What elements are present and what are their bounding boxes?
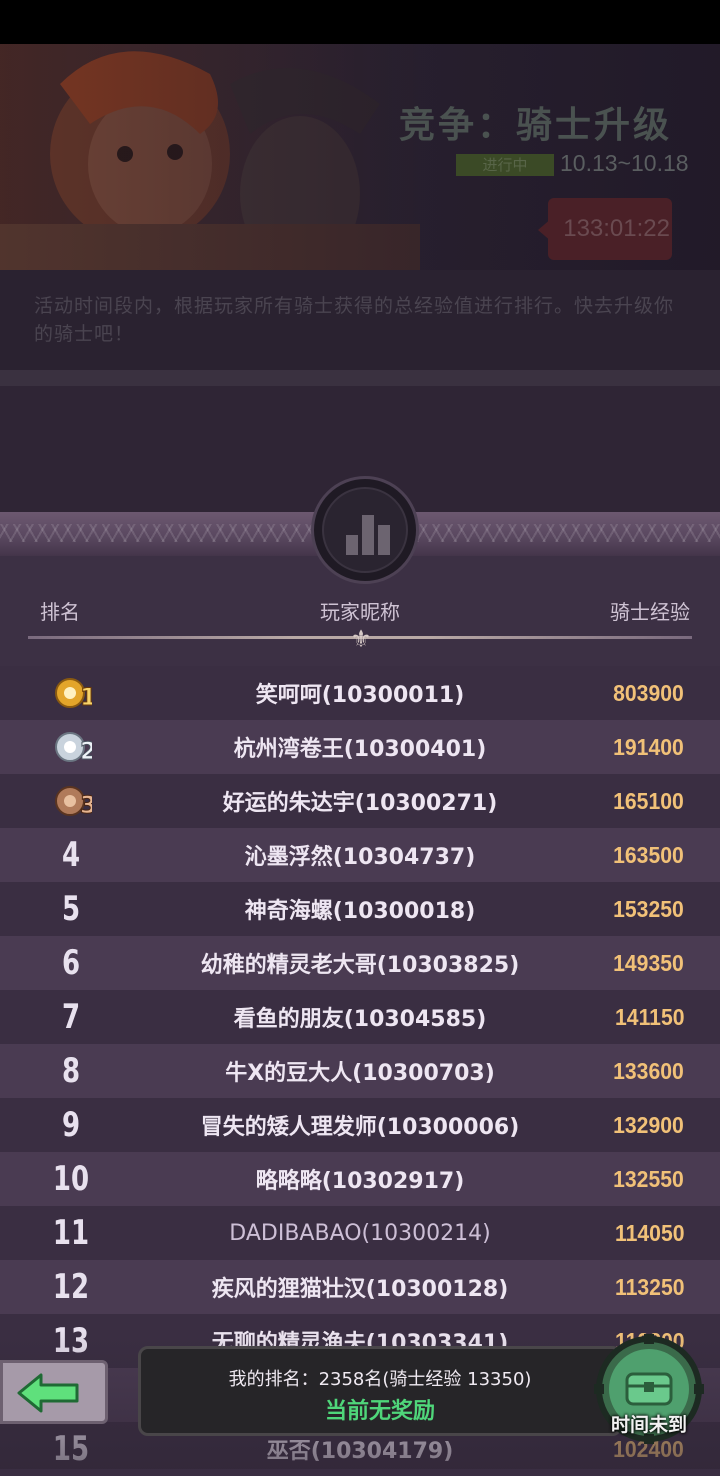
player-name: 沁墨浮然(10304737) — [244, 845, 476, 870]
player-exp: 133600 — [613, 1057, 684, 1084]
player-name: DADIBABAO(10300214) — [229, 1220, 491, 1246]
clock-icon — [538, 218, 552, 242]
table-row: 6 幼稚的精灵老大哥(10303825) 149350 — [0, 936, 720, 990]
event-description: 活动时间段内，根据玩家所有骑士获得的总经验值进行排行。快去升级你的骑士吧！ — [0, 270, 720, 384]
player-exp: 132550 — [613, 1165, 684, 1192]
player-name: 好运的朱达宇(10300271) — [222, 791, 498, 816]
player-exp: 163500 — [613, 841, 684, 868]
status-badge: 进行中 — [456, 154, 554, 176]
player-exp: 113250 — [614, 1273, 684, 1300]
table-row: 11 DADIBABAO(10300214) 114050 — [0, 1206, 720, 1260]
description-divider — [0, 370, 720, 386]
table-row: 4 沁墨浮然(10304737) 163500 — [0, 828, 720, 882]
table-row: 5 神奇海螺(10300018) 153250 — [0, 882, 720, 936]
player-exp: 191400 — [613, 733, 684, 760]
table-row: 10 略略略(10302917) 132550 — [0, 1152, 720, 1206]
countdown-value: 133:01:22 — [563, 215, 670, 242]
table-row: 7 看鱼的朋友(10304585) 141150 — [0, 990, 720, 1044]
fleur-de-lis-icon: ⚜ — [350, 625, 372, 653]
status-bar — [0, 0, 720, 44]
player-exp: 132900 — [613, 1111, 684, 1138]
player-exp: 803900 — [613, 679, 684, 706]
back-button[interactable] — [0, 1360, 108, 1424]
table-row: 8 牛X的豆大人(10300703) 133600 — [0, 1044, 720, 1098]
player-name: 幼稚的精灵老大哥(10303825) — [200, 953, 520, 978]
arrow-left-icon — [17, 1373, 79, 1413]
my-rank-panel: 我的排名：2358名(骑士经验 13350) 当前无奖励 — [138, 1346, 622, 1436]
event-date-range: 10.13~10.18 — [560, 150, 689, 176]
table-row: 3 好运的朱达宇(10300271) 165100 — [0, 774, 720, 828]
table-row: 1 笑呵呵(10300011) 803900 — [0, 666, 720, 720]
player-name: 神奇海螺(10300018) — [244, 899, 476, 924]
player-name: 略略略(10302917) — [255, 1169, 465, 1194]
event-title: 竞争：骑士升级 — [398, 105, 672, 146]
player-exp: 114050 — [614, 1219, 684, 1246]
player-exp: 153250 — [613, 895, 684, 922]
my-rank-text: 我的排名：2358名(骑士经验 13350) — [228, 1369, 532, 1390]
header-exp: 骑士经验 — [610, 600, 690, 624]
chest-label[interactable]: 时间未到 — [590, 1410, 708, 1437]
player-name: 看鱼的朋友(10304585) — [233, 1007, 487, 1032]
countdown-timer: 133:01:22 — [538, 198, 672, 260]
table-row: 12 疾风的狸猫壮汉(10300128) 113250 — [0, 1260, 720, 1314]
table-row: 2 杭州湾卷王(10300401) 191400 — [0, 720, 720, 774]
bar-chart-icon — [311, 476, 419, 584]
table-row: 9 冒失的矮人理发师(10300006) 132900 — [0, 1098, 720, 1152]
reward-status: 当前无奖励 — [324, 1399, 435, 1424]
player-name: 冒失的矮人理发师(10300006) — [200, 1115, 520, 1140]
player-exp: 165100 — [613, 787, 684, 814]
player-name: 牛X的豆大人(10300703) — [225, 1061, 495, 1086]
player-name: 疾风的狸猫壮汉(10300128) — [211, 1277, 509, 1302]
event-banner: 竞争：骑士升级 进行中 10.13~10.18 133:01:22 — [0, 44, 720, 270]
player-exp: 149350 — [613, 949, 684, 976]
player-name: 杭州湾卷王(10300401) — [233, 737, 487, 762]
player-name: 笑呵呵(10300011) — [255, 683, 465, 708]
player-exp: 141150 — [614, 1003, 684, 1030]
